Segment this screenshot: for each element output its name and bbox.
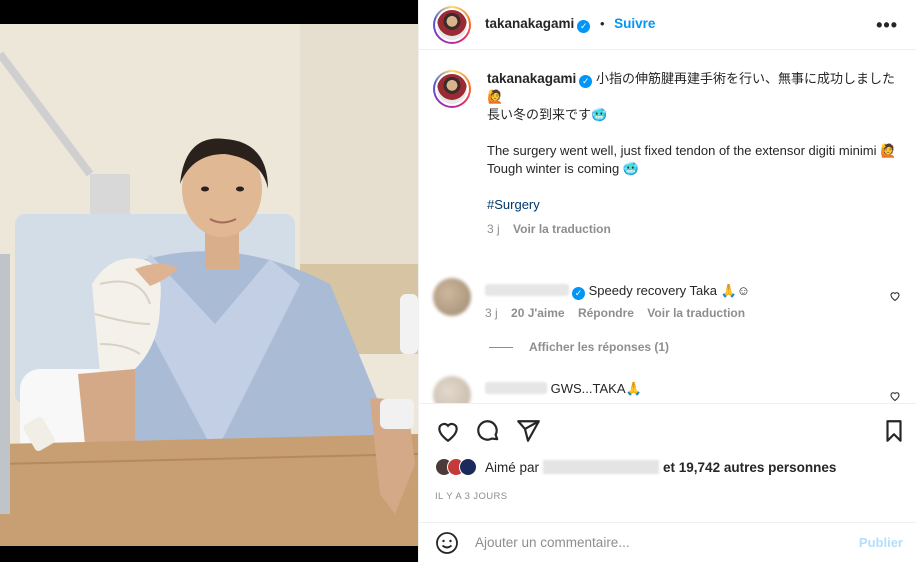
publish-button[interactable]: Publier (859, 535, 903, 550)
author-username[interactable]: takanakagami (485, 16, 574, 31)
post-media[interactable] (0, 0, 418, 562)
post-photo[interactable] (0, 24, 418, 546)
comment-translate-link[interactable]: Voir la traduction (647, 306, 745, 320)
liker-username-redacted[interactable] (543, 460, 660, 474)
caption-body: takanakagami ✓ 小指の伸筋腱再建手術を行い、無事に成功しました🙋 長… (487, 70, 903, 238)
author-line: takanakagami ✓ • Suivre (485, 16, 655, 33)
comment-bubble-icon[interactable] (475, 418, 501, 444)
post-timestamp[interactable]: IL Y A 3 JOURS (435, 491, 508, 502)
caption-text-en-1: The surgery went well, just fixed tendon… (487, 143, 897, 158)
caption-text-en-2: Tough winter is coming 🥶 (487, 161, 640, 176)
action-bar (419, 403, 916, 459)
verified-badge-icon: ✓ (577, 20, 591, 33)
caption-avatar[interactable] (433, 70, 471, 108)
follow-button[interactable]: Suivre (614, 16, 655, 31)
liked-by-prefix: Aimé par (485, 459, 540, 475)
author-avatar[interactable] (433, 5, 471, 44)
verified-badge-icon: ✓ (579, 75, 593, 88)
view-replies-button[interactable]: Afficher les réponses (1) (489, 340, 913, 354)
comments-section[interactable]: takanakagami ✓ 小指の伸筋腱再建手術を行い、無事に成功しました🙋 長… (419, 58, 916, 403)
liked-by-count[interactable]: et 19,742 autres personnes (663, 460, 836, 475)
comment-item: GWS...TAKA🙏 (433, 376, 913, 403)
comment-item: ✓ Speedy recovery Taka 🙏☺ 3 j 20 J'aime … (433, 278, 913, 354)
post-sidebar: takanakagami ✓ • Suivre ••• takanakagami ✓… (418, 0, 916, 562)
share-send-icon[interactable] (515, 418, 541, 444)
liker-avatar[interactable] (459, 458, 477, 476)
comment-age: 3 j (485, 306, 498, 320)
view-replies-label: Afficher les réponses (1) (529, 340, 670, 354)
commenter-avatar[interactable] (433, 376, 471, 403)
separator-dot: • (599, 16, 605, 31)
caption-translate-link[interactable]: Voir la traduction (513, 222, 611, 236)
caption-text-jp-2: 長い冬の到来です🥶 (487, 107, 608, 122)
add-comment-bar: Publier (419, 522, 916, 562)
replies-divider (489, 346, 513, 348)
comment-meta: 3 j 20 J'aime Répondre Voir la traductio… (485, 306, 913, 320)
hospital-photo (0, 24, 418, 546)
reply-link[interactable]: Répondre (578, 306, 634, 320)
post-caption: takanakagami ✓ 小指の伸筋腱再建手術を行い、無事に成功しました🙋 長… (433, 70, 903, 238)
caption-meta: 3 j Voir la traduction (487, 220, 903, 238)
comment-text: Speedy recovery Taka 🙏☺ (588, 283, 751, 298)
like-heart-icon[interactable] (435, 418, 461, 444)
caption-age: 3 j (487, 222, 500, 236)
more-horizontal-icon[interactable]: ••• (876, 15, 898, 36)
caption-username[interactable]: takanakagami (487, 71, 576, 86)
comment-text: GWS...TAKA🙏 (550, 381, 642, 396)
commenter-avatar[interactable] (433, 278, 471, 316)
hashtag-link[interactable]: #Surgery (487, 196, 903, 214)
emoji-smiley-icon[interactable] (435, 531, 459, 555)
comment-input[interactable] (475, 535, 835, 550)
likes-summary: Aimé par et 19,742 autres personnes (435, 458, 836, 476)
post-header: takanakagami ✓ • Suivre ••• (419, 0, 916, 50)
verified-badge-icon: ✓ (572, 287, 585, 300)
comment-like-heart-icon[interactable] (889, 390, 901, 402)
commenter-username-redacted[interactable] (485, 284, 569, 296)
comment-like-heart-icon[interactable] (889, 290, 901, 302)
bookmark-save-icon[interactable] (881, 418, 907, 444)
comment-likes[interactable]: 20 J'aime (511, 306, 565, 320)
commenter-username-redacted[interactable] (485, 382, 547, 394)
